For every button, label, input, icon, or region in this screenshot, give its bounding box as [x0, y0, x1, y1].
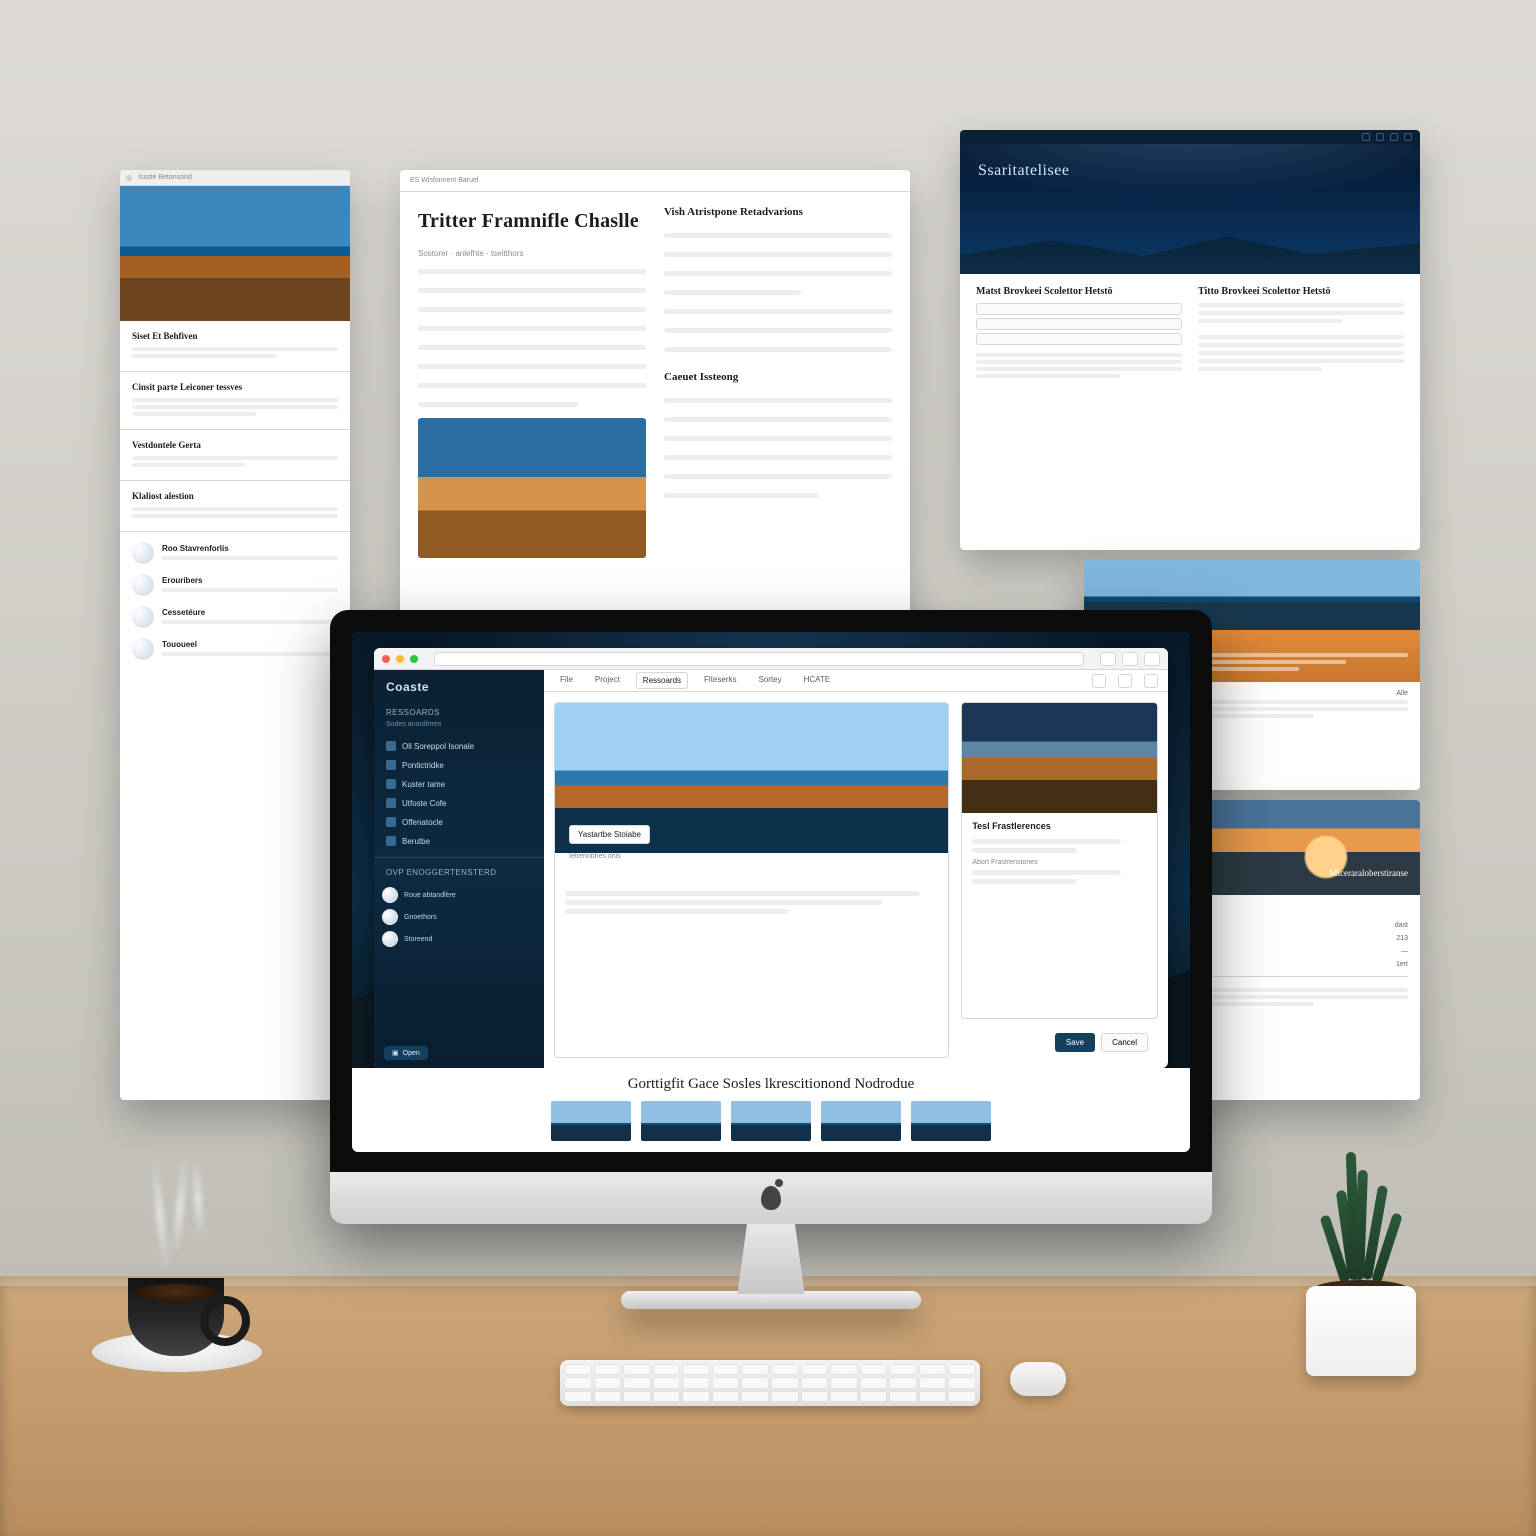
cancel-button[interactable]: Cancel: [1101, 1033, 1148, 1052]
window-titlebar[interactable]: [374, 648, 1168, 670]
avatar: [132, 638, 154, 660]
tab[interactable]: Flteserks: [698, 672, 742, 689]
toolbar-button[interactable]: [1100, 652, 1116, 666]
avatar: [132, 606, 154, 628]
close-icon[interactable]: [382, 655, 390, 663]
section-title: Siset Et Behfiven: [132, 331, 338, 341]
sidebar-item-label: Pontictridke: [402, 761, 444, 770]
tab[interactable]: Sortey: [753, 672, 788, 689]
sidebar-item[interactable]: Offenatocle: [380, 814, 538, 830]
minimize-icon[interactable]: [396, 655, 404, 663]
background-panel-left: ◎Issste Betonsond Siset Et Behfiven Cins…: [120, 170, 350, 1100]
sidebar-item[interactable]: Utfoste Cofe: [380, 795, 538, 811]
avatar: [382, 931, 398, 947]
card-image: [962, 703, 1157, 813]
hero-label: Yastartbe Stoiabe: [569, 825, 650, 844]
thumbnail[interactable]: [641, 1101, 721, 1141]
list-item[interactable]: Cessetéure: [132, 606, 338, 628]
sidebar-user[interactable]: Gnoethors: [382, 909, 536, 925]
sidebar-item[interactable]: Pontictridke: [380, 757, 538, 773]
sidebar-caption: Ressoards: [374, 704, 544, 721]
grid-icon: [386, 741, 396, 751]
image-icon: [386, 760, 396, 770]
sidebar-user[interactable]: Storeend: [382, 931, 536, 947]
toolbar-button[interactable]: [1144, 652, 1160, 666]
list-item[interactable]: Roo Stavrenforlis: [132, 542, 338, 564]
article-title: Tritter Framnifle Chaslle: [418, 210, 646, 233]
grid-icon[interactable]: [1118, 674, 1132, 688]
card-title: Tesl Frastlerences: [972, 821, 1147, 831]
more-icon[interactable]: [1144, 674, 1158, 688]
thumbnail[interactable]: [551, 1101, 631, 1141]
article-image: [418, 418, 646, 558]
toolbar-button[interactable]: [1122, 652, 1138, 666]
hero-subtitle: Ietrennbhes onls: [569, 853, 621, 860]
layers-icon: [386, 779, 396, 789]
save-button[interactable]: Save: [1055, 1033, 1095, 1052]
sidebar-item[interactable]: Berutbe: [380, 833, 538, 849]
gear-icon: [386, 836, 396, 846]
background-panel-article: ES Wisfonnent Baruel Tritter Framnifle C…: [400, 170, 910, 630]
coffee-cup: [110, 1236, 240, 1366]
avatar: [132, 574, 154, 596]
thumbnail[interactable]: [731, 1101, 811, 1141]
thumbnail[interactable]: [911, 1101, 991, 1141]
sidebar-item-label: Oll Soreppol Isonale: [402, 742, 474, 751]
text-field[interactable]: [976, 303, 1182, 315]
sidebar-item-label: Utfoste Cofe: [402, 799, 446, 808]
list-item[interactable]: Erouribers: [132, 574, 338, 596]
sidebar-item[interactable]: Oll Soreppol Isonale: [380, 738, 538, 754]
search-icon[interactable]: [1092, 674, 1106, 688]
sidebar-user[interactable]: Roue abtandlère: [382, 887, 536, 903]
plant: [1296, 1236, 1426, 1376]
brand: Coaste: [374, 670, 544, 704]
sidebar-item-label: Offenatocle: [402, 818, 443, 827]
tag-icon: [386, 798, 396, 808]
apple-logo-icon: [761, 1186, 781, 1210]
sidebar-footer-button[interactable]: ▣Open: [384, 1046, 428, 1060]
avatar: [382, 887, 398, 903]
text-field[interactable]: [976, 333, 1182, 345]
sidebar-subtitle: Sodes anordètres: [374, 721, 544, 736]
text-field[interactable]: [976, 318, 1182, 330]
screen-footer: Gorttigfit Gace Sosles lkrescitionond No…: [352, 1068, 1190, 1152]
folder-icon: [386, 817, 396, 827]
hero-card[interactable]: Yastartbe Stoiabe Ietrennbhes onls: [554, 702, 949, 1058]
background-panel-night: Ssaritatelisee Matst Brovkeei Scolettor …: [960, 130, 1420, 550]
monitor: Coaste Ressoards Sodes anordètres Oll So…: [330, 610, 1212, 1309]
zoom-icon[interactable]: [410, 655, 418, 663]
tab[interactable]: Ressoards: [636, 672, 688, 689]
app-window: Coaste Ressoards Sodes anordètres Oll So…: [374, 648, 1168, 1068]
sidebar-item[interactable]: Kuster tame: [380, 776, 538, 792]
brand-title: Ssaritatelisee: [978, 162, 1069, 180]
avatar: [132, 542, 154, 564]
tab-bar: File Project Ressoards Flteserks Sortey HCATE: [544, 670, 1168, 692]
sidebar: Coaste Ressoards Sodes anordètres Oll So…: [374, 670, 544, 1068]
tab[interactable]: Project: [589, 672, 626, 689]
footer-title: Gorttigfit Gace Sosles lkrescitionond No…: [628, 1076, 915, 1093]
tab[interactable]: File: [554, 672, 579, 689]
secondary-card[interactable]: Tesl Frastlerences Abort Frastrenstones: [961, 702, 1158, 1019]
tab[interactable]: HCATE: [798, 672, 837, 689]
thumbnail[interactable]: [821, 1101, 901, 1141]
list-item[interactable]: Tououeel: [132, 638, 338, 660]
sidebar-item-label: Kuster tame: [402, 780, 445, 789]
sidebar-item-label: Berutbe: [402, 837, 430, 846]
address-bar[interactable]: [434, 652, 1084, 666]
mouse: [1010, 1362, 1066, 1396]
keyboard: [560, 1360, 980, 1406]
hero-image: [120, 186, 350, 321]
avatar: [382, 909, 398, 925]
